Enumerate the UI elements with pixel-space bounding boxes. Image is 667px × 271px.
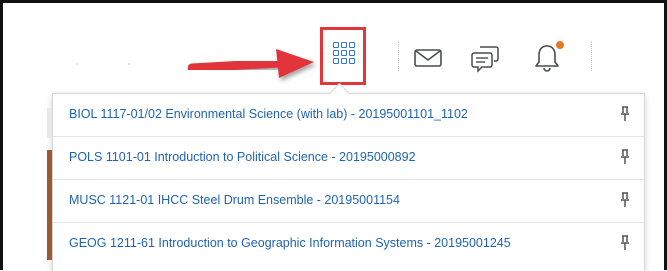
navbar-separator xyxy=(591,41,593,71)
course-link[interactable]: BIOL 1117-01/02 Environmental Science (w… xyxy=(69,107,468,121)
pin-icon[interactable] xyxy=(620,192,630,208)
course-link[interactable]: GEOG 1211-61 Introduction to Geographic … xyxy=(69,236,511,250)
course-row: POLS 1101-01 Introduction to Political S… xyxy=(53,137,644,180)
divider-dot xyxy=(76,63,78,65)
course-link[interactable]: MUSC 1121-01 IHCC Steel Drum Ensemble - … xyxy=(69,193,400,207)
navbar-separator xyxy=(398,41,400,71)
background-image-edge xyxy=(47,150,52,260)
background-edge xyxy=(47,108,52,138)
waffle-icon xyxy=(333,42,355,64)
course-link[interactable]: POLS 1101-01 Introduction to Political S… xyxy=(69,150,416,164)
mail-icon[interactable] xyxy=(413,47,443,69)
course-selector-button[interactable] xyxy=(320,27,366,85)
pin-icon[interactable] xyxy=(620,106,630,122)
pin-icon[interactable] xyxy=(620,235,630,251)
course-row: GEOG 1211-61 Introduction to Geographic … xyxy=(53,223,644,266)
pin-icon[interactable] xyxy=(620,149,630,165)
chat-icon[interactable] xyxy=(470,44,500,74)
divider-dot xyxy=(128,63,130,65)
course-dropdown: BIOL 1117-01/02 Environmental Science (w… xyxy=(52,93,645,271)
course-row: BIOL 1117-01/02 Environmental Science (w… xyxy=(53,94,644,137)
annotation-arrow-icon xyxy=(188,49,314,78)
course-row: MUSC 1121-01 IHCC Steel Drum Ensemble - … xyxy=(53,180,644,223)
notification-badge xyxy=(555,40,565,50)
